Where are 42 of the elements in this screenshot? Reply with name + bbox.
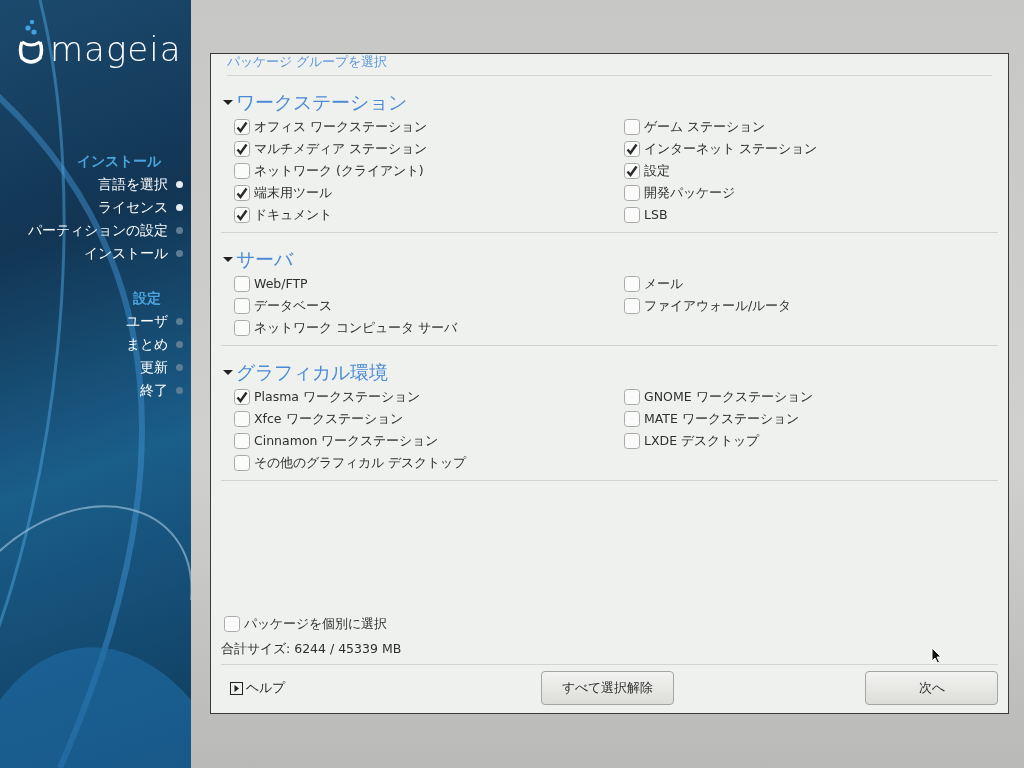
help-button[interactable]: ヘルプ [230, 678, 286, 698]
panel-title: パッケージ グループを選択 [226, 54, 388, 69]
checkbox-label[interactable]: オフィス ワークステーション [254, 117, 427, 137]
checkbox-label[interactable]: ファイアウォール/ルータ [644, 296, 792, 316]
checkbox-label[interactable]: Cinnamon ワークステーション [254, 431, 439, 451]
checkbox-label[interactable]: Plasma ワークステーション [254, 387, 420, 407]
step-label: ユーザ [126, 312, 168, 331]
checkbox-label[interactable]: Web/FTP [254, 274, 308, 294]
deselect-all-button[interactable]: すべて選択解除 [541, 671, 675, 705]
step-label: 更新 [140, 358, 168, 377]
checkbox-label[interactable]: メール [644, 274, 683, 294]
step-label: 終了 [140, 381, 168, 400]
section-heading: グラフィカル環境 [236, 360, 388, 384]
checkbox-label[interactable]: ネットワーク コンピュータ サーバ [254, 318, 457, 338]
checkbox-label[interactable]: 端末用ツール [254, 183, 332, 203]
step-label: まとめ [126, 335, 168, 354]
logo-text: mageia [50, 32, 182, 66]
section-heading: ワークステーション [236, 90, 407, 114]
section-heading: サーバ [236, 247, 293, 271]
checkbox-label[interactable]: LXDE デスクトップ [644, 431, 760, 451]
step-group-heading: インストール [76, 152, 161, 171]
checkbox-label[interactable]: ゲーム ステーション [644, 117, 765, 137]
step-label: ライセンス [98, 198, 168, 217]
checkbox-label[interactable]: データベース [254, 296, 332, 316]
step-group-heading: 設定 [132, 289, 161, 308]
checkbox-label[interactable]: 開発パッケージ [644, 183, 735, 203]
checkbox-label[interactable]: ネットワーク (クライアント) [254, 161, 424, 181]
checkbox-label[interactable]: LSB [644, 205, 668, 225]
checkbox-label[interactable]: Xfce ワークステーション [254, 409, 403, 429]
checkbox-label[interactable]: ドキュメント [254, 205, 332, 225]
step-label: 言語を選択 [98, 175, 168, 194]
checkbox-label[interactable]: GNOME ワークステーション [644, 387, 813, 407]
checkbox-label[interactable]: パッケージを個別に選択 [244, 614, 387, 634]
step-label: パーティションの設定 [28, 221, 168, 240]
total-size-text: 合計サイズ: 6244 / 45339 MB [221, 640, 402, 659]
checkbox-label[interactable]: 設定 [644, 161, 670, 181]
checkbox-label[interactable]: マルチメディア ステーション [254, 139, 427, 159]
checkbox-label[interactable]: MATE ワークステーション [644, 409, 799, 429]
checkbox-label[interactable]: その他のグラフィカル デスクトップ [254, 453, 466, 473]
next-button[interactable]: 次へ [865, 671, 998, 705]
step-label: インストール [84, 244, 168, 263]
checkbox-label[interactable]: インターネット ステーション [644, 139, 817, 159]
